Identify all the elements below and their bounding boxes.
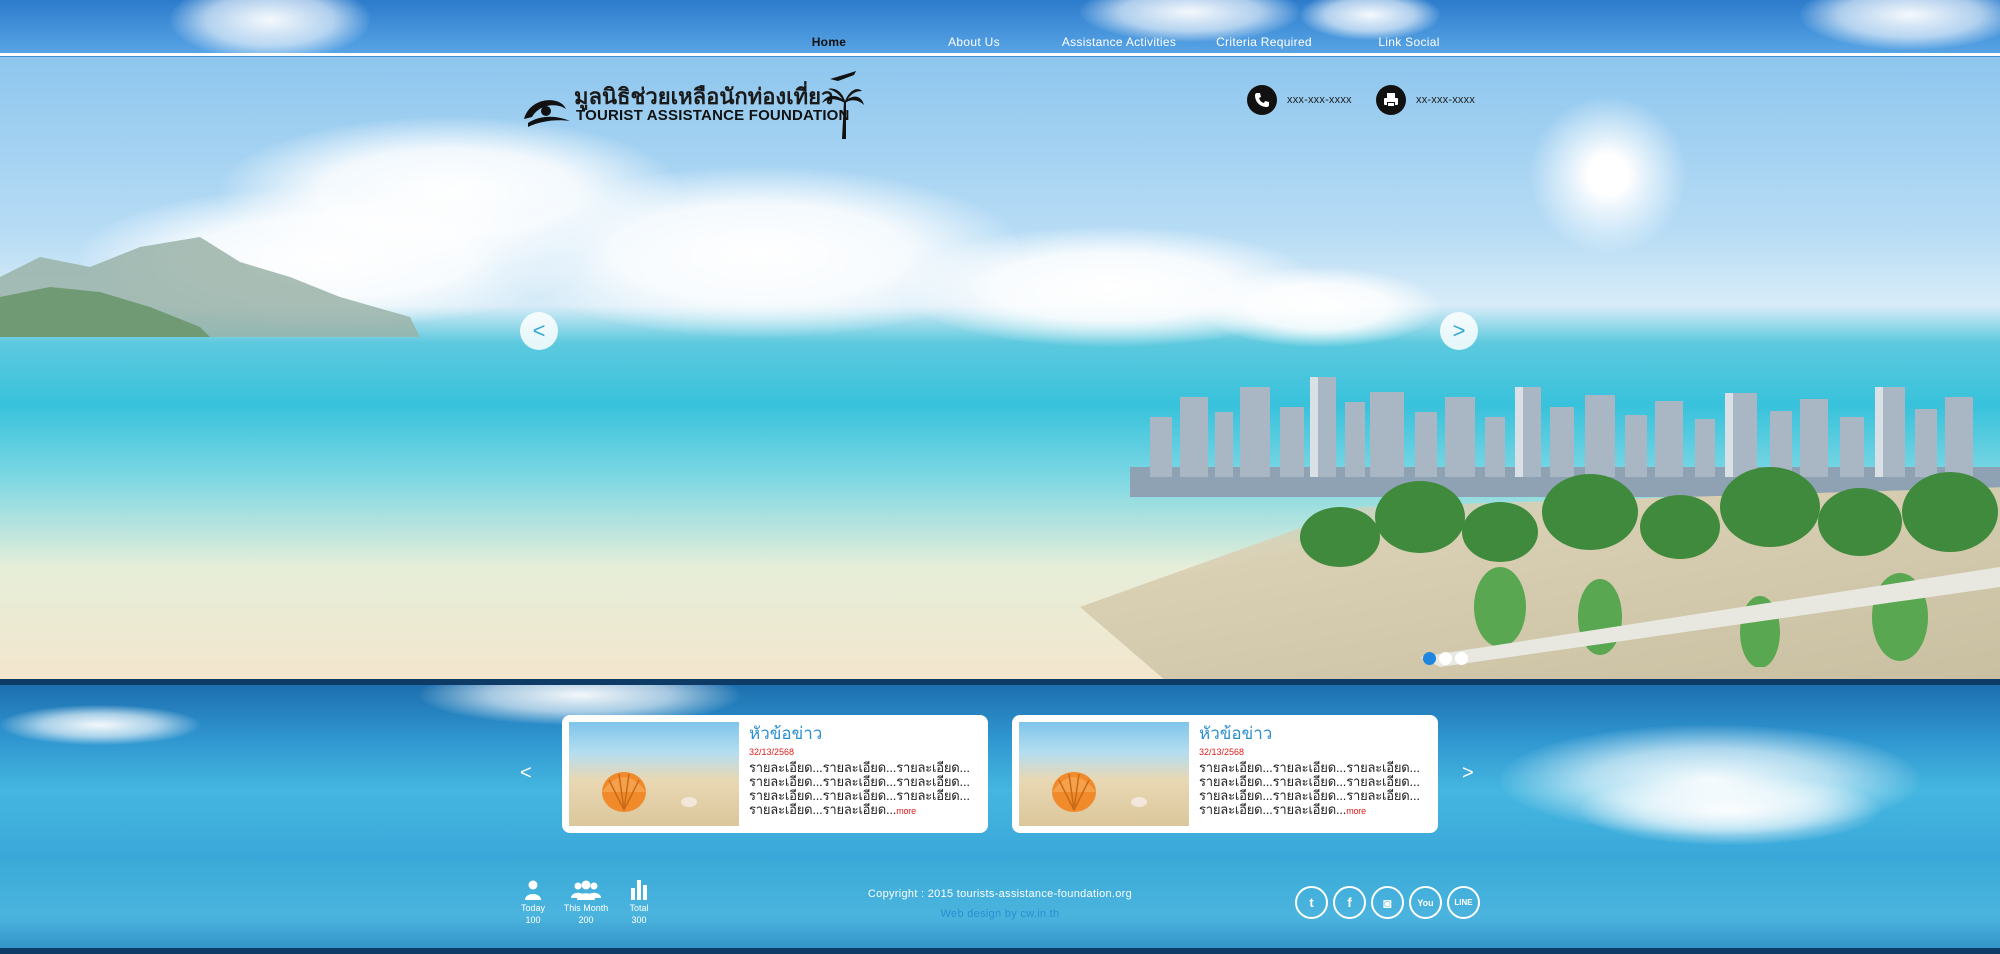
visitor-stat-total: Total 300: [614, 878, 664, 926]
fax-contact[interactable]: xx-xxx-xxxx: [1376, 85, 1475, 115]
news-more-link[interactable]: more: [896, 806, 916, 816]
news-card[interactable]: หัวข้อข่าว 32/13/2568 รายละเอียด...รายละ…: [1012, 715, 1438, 833]
news-prev-button[interactable]: <: [520, 762, 532, 785]
social-links: t f ◙ You LINE: [1295, 886, 1485, 919]
news-next-button[interactable]: >: [1462, 762, 1474, 785]
news-date: 32/13/2568: [749, 747, 795, 757]
person-icon: [508, 878, 558, 900]
news-card[interactable]: หัวข้อข่าว 32/13/2568 รายละเอียด...รายละ…: [562, 715, 988, 833]
group-icon: [561, 878, 611, 900]
tab-home[interactable]: Home: [758, 30, 900, 53]
web-design-credit-link[interactable]: Web design by cw.in.th: [800, 908, 1200, 920]
youtube-icon[interactable]: You: [1409, 886, 1442, 919]
news-thumbnail-image: [1019, 722, 1189, 826]
instagram-icon[interactable]: ◙: [1371, 886, 1404, 919]
slider-dot-2[interactable]: [1439, 652, 1452, 665]
news-date: 32/13/2568: [1199, 747, 1245, 757]
news-title[interactable]: หัวข้อข่าว: [1199, 724, 1431, 744]
news-title[interactable]: หัวข้อข่าว: [749, 724, 981, 744]
phone-number: xxx-xxx-xxxx: [1287, 94, 1352, 106]
sun-image: [1528, 95, 1688, 255]
slider-pagination: [1423, 652, 1471, 665]
bottom-divider: [0, 948, 2000, 954]
visitor-stat-month: This Month 200: [561, 878, 611, 926]
logo-english-text: TOURIST ASSISTANCE FOUNDATION: [576, 107, 850, 124]
phone-contact[interactable]: xxx-xxx-xxxx: [1247, 85, 1352, 115]
tab-criteria-required[interactable]: Criteria Required: [1193, 30, 1335, 53]
slider-dot-3[interactable]: [1455, 652, 1468, 665]
tab-link-social[interactable]: Link Social: [1338, 30, 1480, 53]
trees-image: [1300, 467, 2000, 667]
mountain-image: [0, 237, 420, 337]
slider-prev-button[interactable]: <: [520, 312, 558, 350]
site-logo[interactable]: มูลนิธิช่วยเหลือนักท่องเที่ยว TOURIST AS…: [520, 71, 864, 141]
news-thumbnail-image: [569, 722, 739, 826]
news-more-link[interactable]: more: [1346, 806, 1366, 816]
twitter-icon[interactable]: t: [1295, 886, 1328, 919]
news-section: < > หัวข้อข่าว 32/13/2568 รายละเอียด...ร…: [0, 685, 2000, 860]
tab-about-us[interactable]: About Us: [903, 30, 1045, 53]
slider-dot-1[interactable]: [1423, 652, 1436, 665]
main-nav: Home About Us Assistance Activities Crit…: [758, 30, 1483, 53]
palm-tree-plane-icon: [822, 71, 864, 139]
slider-next-button[interactable]: >: [1440, 312, 1478, 350]
bar-chart-icon: [614, 878, 664, 900]
tab-assistance-activities[interactable]: Assistance Activities: [1048, 30, 1190, 53]
fax-icon: [1376, 85, 1406, 115]
facebook-icon[interactable]: f: [1333, 886, 1366, 919]
news-description: รายละเอียด...รายละเอียด...รายละเอียด... …: [749, 760, 970, 817]
line-icon[interactable]: LINE: [1447, 886, 1480, 919]
top-sky-bar: Home About Us Assistance Activities Crit…: [0, 0, 2000, 56]
phone-icon: [1247, 85, 1277, 115]
hero-slider: มูลนิธิช่วยเหลือนักท่องเที่ยว TOURIST AS…: [0, 57, 2000, 679]
footer: Today 100 This Month 200 Total 300 Copyr…: [0, 860, 2000, 954]
news-description: รายละเอียด...รายละเอียด...รายละเอียด... …: [1199, 760, 1420, 817]
fax-number: xx-xxx-xxxx: [1416, 94, 1476, 106]
logo-emblem-icon: [524, 100, 570, 127]
nav-divider: [0, 53, 2000, 56]
visitor-stat-today: Today 100: [508, 878, 558, 926]
copyright-text: Copyright : 2015 tourists-assistance-fou…: [867, 888, 1133, 900]
